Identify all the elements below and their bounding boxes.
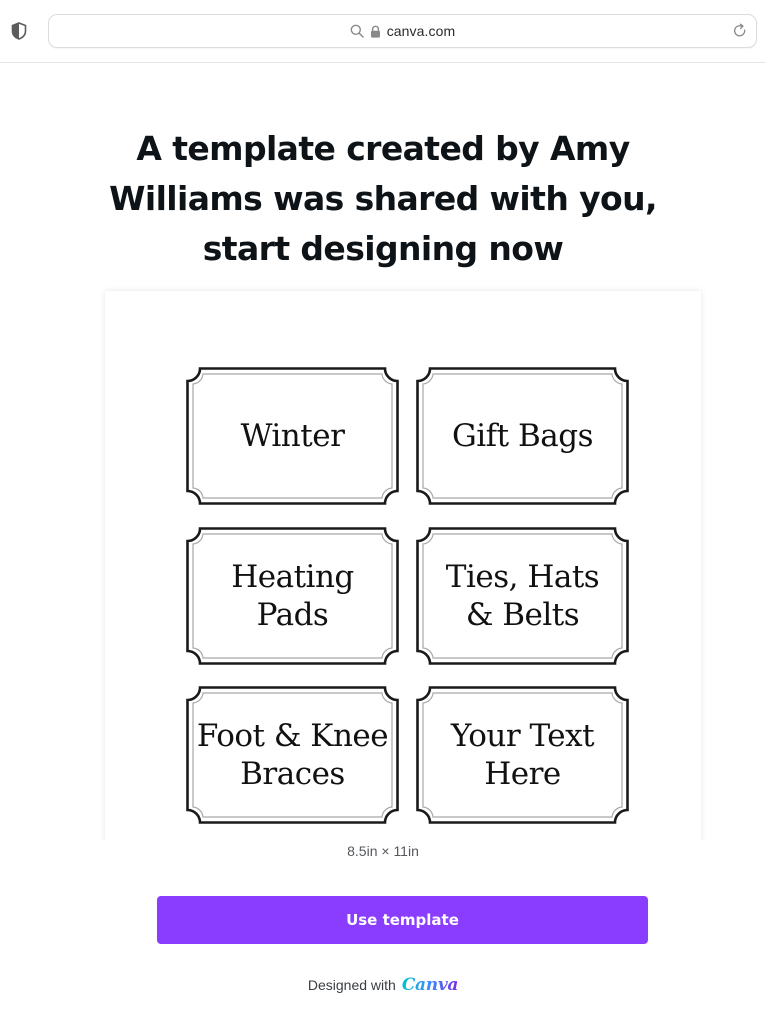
label-text-line: Heating (231, 559, 354, 595)
template-dimensions: 8.5in × 11in (347, 843, 419, 859)
template-preview[interactable]: Winter Gift Bags Heating Pads Ties, Hats & Be… (105, 291, 701, 840)
lock-icon (370, 25, 381, 38)
label-text-line: Foot & Knee (196, 718, 389, 754)
label-text-line: & Belts (465, 597, 580, 633)
label-card[interactable]: Winter (186, 367, 399, 505)
template-preview-viewport[interactable]: Winter Gift Bags Heating Pads Ties, Hats & Be… (96, 282, 710, 840)
label-card[interactable]: Your Text Here (416, 686, 629, 824)
title-line: A template created by Amy (136, 129, 630, 168)
label-text-line: Here (484, 756, 561, 792)
address-bar[interactable]: canva.com (48, 14, 757, 48)
label-card[interactable]: Gift Bags (416, 367, 629, 505)
url-text: canva.com (386, 23, 456, 39)
shield-icon[interactable] (11, 22, 27, 40)
reload-icon[interactable] (732, 23, 748, 39)
label-text-line: Gift Bags (452, 418, 593, 454)
label-card[interactable]: Foot & Knee Braces (186, 686, 399, 824)
use-template-button[interactable]: Use template (157, 896, 648, 944)
title-line: start designing now (202, 229, 564, 268)
label-card[interactable]: Ties, Hats & Belts (416, 527, 629, 665)
label-text: Gift Bags (416, 367, 629, 505)
label-text: Foot & Knee Braces (186, 686, 399, 824)
label-text: Winter (186, 367, 399, 505)
canva-logo[interactable]: Canva (402, 975, 459, 995)
search-icon (350, 24, 364, 38)
designed-with-footer: Designed with Canva (0, 975, 766, 995)
label-text: Your Text Here (416, 686, 629, 824)
label-text: Ties, Hats & Belts (416, 527, 629, 665)
label-text-line: Braces (240, 756, 345, 792)
title-line: Williams was shared with you, (109, 179, 657, 218)
label-text-line: Pads (256, 597, 329, 633)
label-card[interactable]: Heating Pads (186, 527, 399, 665)
browser-toolbar: canva.com (0, 0, 766, 63)
page-title: A template created by Amy Williams was s… (60, 124, 706, 274)
label-text-line: Ties, Hats (445, 559, 600, 595)
label-text-line: Winter (240, 418, 345, 454)
label-text: Heating Pads (186, 527, 399, 665)
footer-text: Designed with (307, 977, 396, 993)
label-text-line: Your Text (450, 718, 595, 754)
